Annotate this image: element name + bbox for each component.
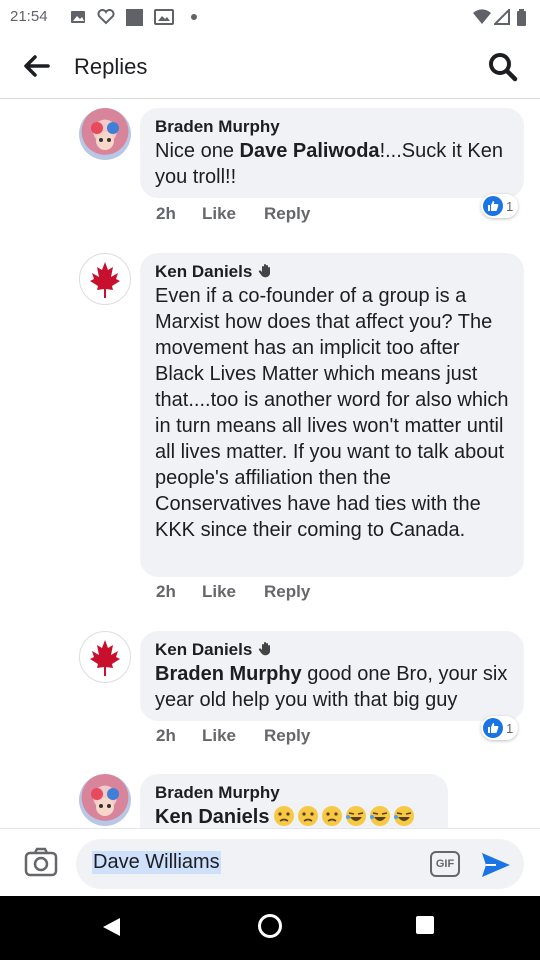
gif-button[interactable]: GIF bbox=[430, 851, 460, 877]
comment-input[interactable]: Dave Williams GIF bbox=[76, 839, 524, 889]
like-button[interactable]: Like bbox=[202, 204, 236, 224]
comment-actions: 2h Like Reply bbox=[156, 204, 456, 226]
camera-icon[interactable] bbox=[24, 847, 58, 877]
reply-button[interactable]: Reply bbox=[264, 726, 310, 746]
comment-text: Nice one Dave Paliwoda!...Suck it Ken yo… bbox=[155, 138, 510, 190]
maple-leaf-icon bbox=[90, 640, 120, 676]
comment-actions: 2h Like Reply bbox=[156, 582, 456, 604]
image-icon bbox=[71, 11, 85, 23]
nav-home-icon[interactable] bbox=[258, 914, 282, 938]
back-arrow-icon[interactable] bbox=[22, 52, 50, 80]
heart-icon bbox=[97, 9, 115, 25]
avatar-ken-daniels[interactable] bbox=[79, 631, 131, 683]
like-button[interactable]: Like bbox=[202, 582, 236, 602]
crying-laughing-emojis-icon bbox=[274, 806, 415, 826]
comment-author[interactable]: Braden Murphy bbox=[155, 782, 434, 804]
waving-hand-icon bbox=[259, 642, 271, 656]
send-icon[interactable] bbox=[480, 851, 512, 879]
reaction-count[interactable]: 1 bbox=[481, 194, 519, 218]
reaction-count[interactable]: 1 bbox=[481, 716, 519, 740]
gallery-icon bbox=[154, 9, 174, 25]
like-reaction-icon bbox=[483, 718, 503, 738]
comment-actions: 2h Like Reply bbox=[156, 726, 456, 748]
search-icon[interactable] bbox=[488, 52, 518, 82]
mention-link[interactable]: Braden Murphy bbox=[155, 663, 302, 685]
comment-author[interactable]: Braden Murphy bbox=[155, 116, 510, 138]
status-bar: 21:54 bbox=[0, 0, 540, 34]
maple-leaf-icon bbox=[90, 262, 120, 298]
page-title: Replies bbox=[74, 54, 148, 79]
reaction-number: 1 bbox=[506, 720, 514, 736]
like-reaction-icon bbox=[483, 196, 503, 216]
battery-icon bbox=[517, 9, 526, 26]
square-icon bbox=[126, 9, 143, 26]
reaction-number: 1 bbox=[506, 198, 514, 214]
avatar-ken-daniels[interactable] bbox=[79, 253, 131, 305]
comment-author[interactable]: Ken Daniels bbox=[155, 262, 252, 281]
comment-input-value: Dave Williams bbox=[92, 851, 221, 874]
avatar-photo bbox=[91, 788, 119, 816]
system-nav-bar bbox=[0, 896, 540, 960]
comment-text: Even if a co-founder of a group is a Mar… bbox=[155, 285, 509, 541]
dot-icon bbox=[191, 14, 197, 20]
reply-button[interactable]: Reply bbox=[264, 582, 310, 602]
mention-link[interactable]: Ken Daniels bbox=[155, 806, 269, 828]
comment-bubble[interactable]: Ken Daniels Even if a co-founder of a gr… bbox=[140, 253, 524, 577]
comment-time: 2h bbox=[156, 726, 176, 745]
avatar-braden-murphy[interactable] bbox=[79, 108, 131, 160]
waving-hand-icon bbox=[259, 264, 271, 278]
nav-recents-icon[interactable] bbox=[416, 916, 434, 934]
signal-icon bbox=[494, 9, 510, 25]
avatar-photo bbox=[91, 122, 119, 150]
comment-time: 2h bbox=[156, 582, 176, 601]
reply-button[interactable]: Reply bbox=[264, 204, 310, 224]
comment-text-part: Nice one bbox=[155, 140, 240, 162]
comment-author[interactable]: Ken Daniels bbox=[155, 640, 252, 659]
wifi-icon bbox=[473, 9, 491, 24]
mention-link[interactable]: Dave Paliwoda bbox=[240, 140, 380, 162]
comment-time: 2h bbox=[156, 204, 176, 223]
comment-bubble[interactable]: Braden Murphy Nice one Dave Paliwoda!...… bbox=[140, 108, 524, 198]
nav-back-icon[interactable] bbox=[100, 916, 122, 938]
comment-author-row: Ken Daniels bbox=[155, 261, 510, 283]
avatar-braden-murphy[interactable] bbox=[79, 774, 131, 826]
comment-text: Braden Murphy good one Bro, your six yea… bbox=[155, 661, 510, 713]
app-bar: Replies bbox=[0, 34, 540, 99]
comment-author-row: Ken Daniels bbox=[155, 639, 510, 661]
status-time: 21:54 bbox=[10, 8, 48, 25]
like-button[interactable]: Like bbox=[202, 726, 236, 746]
comment-bubble[interactable]: Ken Daniels Braden Murphy good one Bro, … bbox=[140, 631, 524, 721]
reply-composer: Dave Williams GIF bbox=[0, 828, 540, 897]
